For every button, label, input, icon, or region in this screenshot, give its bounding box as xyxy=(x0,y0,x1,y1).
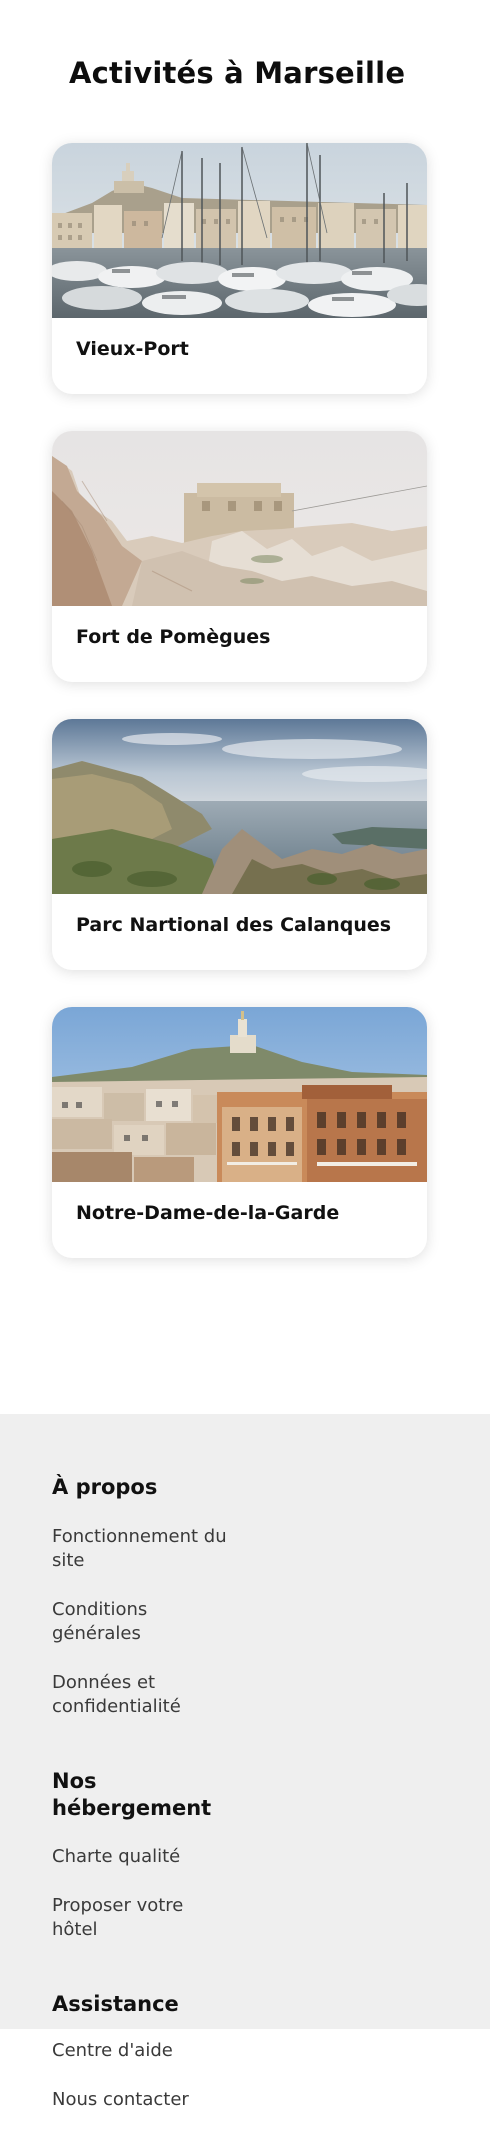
footer-link-quality-charter[interactable]: Charte qualité xyxy=(52,1845,227,1869)
coastal-cliffs-photo xyxy=(52,719,427,894)
footer-link-contact[interactable]: Nous contacter xyxy=(52,2088,227,2112)
activity-card-title: Fort de Pomègues xyxy=(76,626,271,648)
activity-card-title: Vieux-Port xyxy=(76,338,189,360)
stone-fort-photo xyxy=(52,431,427,606)
footer-link-terms[interactable]: Conditions générales xyxy=(52,1598,227,1646)
footer-heading-about: À propos xyxy=(52,1475,158,1499)
site-footer: À propos Fonctionnement du site Conditio… xyxy=(0,1414,490,2029)
footer-heading-support: Assistance xyxy=(52,1992,179,2016)
footer-link-help-center[interactable]: Centre d'aide xyxy=(52,2039,227,2063)
activity-card-notre-dame-de-la-garde[interactable]: Notre-Dame-de-la-Garde xyxy=(52,1007,427,1258)
footer-link-propose-hotel[interactable]: Proposer votre hôtel xyxy=(52,1894,227,1942)
activity-card-fort-de-pomegues[interactable]: Fort de Pomègues xyxy=(52,431,427,682)
harbour-boats-photo xyxy=(52,143,427,318)
activity-card-calanques[interactable]: Parc Nartional des Calanques xyxy=(52,719,427,970)
page-title: Activités à Marseille xyxy=(69,56,406,90)
activity-card-vieux-port[interactable]: Vieux-Port xyxy=(52,143,427,394)
footer-link-privacy[interactable]: Données et confidentialité xyxy=(52,1671,227,1719)
city-basilica-photo xyxy=(52,1007,427,1182)
footer-heading-accommodation: Nos hébergement xyxy=(52,1769,212,1820)
footer-link-how-it-works[interactable]: Fonctionnement du site xyxy=(52,1525,227,1573)
activity-card-title: Parc Nartional des Calanques xyxy=(76,914,392,936)
activity-card-title: Notre-Dame-de-la-Garde xyxy=(76,1202,340,1224)
